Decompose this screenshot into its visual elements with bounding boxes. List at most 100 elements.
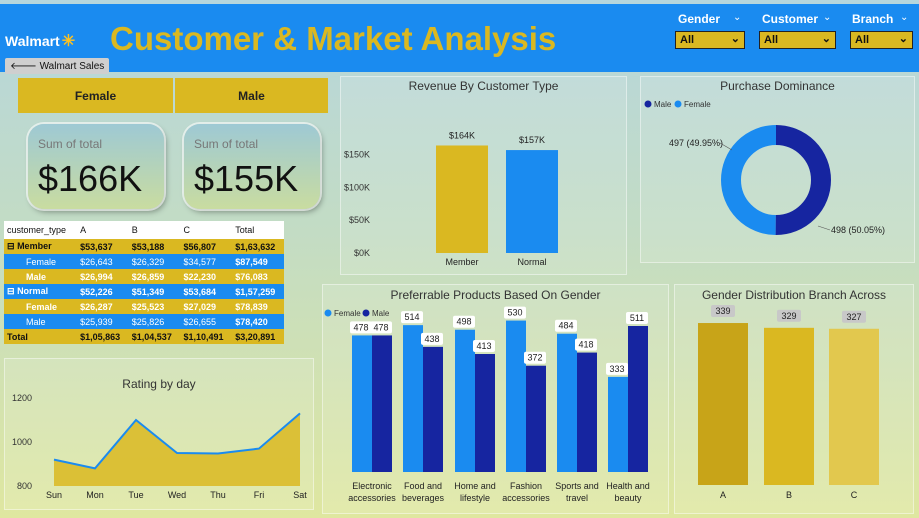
x-tick-label: Home and bbox=[454, 481, 496, 491]
x-tick-label: C bbox=[851, 490, 858, 500]
bar bbox=[829, 328, 879, 485]
filter-branch-label: Branch bbox=[852, 12, 894, 26]
y-tick-label: $100K bbox=[344, 182, 370, 192]
back-button[interactable]: 🡐 Walmart Sales bbox=[5, 58, 110, 74]
revenue-matrix-table: customer_type A B C Total ⊟ Member $53,6… bbox=[4, 221, 284, 344]
bar bbox=[506, 150, 558, 253]
data-label: 478 bbox=[353, 322, 368, 332]
x-tick-label: Fashion bbox=[510, 481, 542, 491]
filter-branch-select[interactable]: All ⌄ bbox=[850, 31, 913, 49]
x-tick-label: Tue bbox=[128, 490, 143, 500]
x-tick-label: B bbox=[786, 490, 792, 500]
legend-marker bbox=[644, 100, 652, 108]
bar bbox=[403, 325, 423, 472]
table-cell: $1,57,259 bbox=[232, 284, 284, 299]
column-header[interactable]: Total bbox=[232, 221, 284, 239]
arrow-left-icon: 🡐 bbox=[10, 61, 37, 72]
table-cell: $25,826 bbox=[128, 314, 181, 329]
back-button-label: Walmart Sales bbox=[39, 61, 105, 72]
row-label: Female bbox=[4, 254, 78, 269]
slice-label: 497 (49.95%) bbox=[669, 138, 723, 148]
row-label: Female bbox=[4, 299, 78, 314]
table-cell: $76,083 bbox=[232, 269, 284, 284]
x-tick-label: Thu bbox=[210, 490, 226, 500]
data-label: 418 bbox=[578, 340, 593, 350]
header-bar: Walmart ✳ Customer & Market Analysis 🡐 Wa… bbox=[0, 4, 919, 74]
legend-marker bbox=[362, 309, 370, 317]
collapse-icon[interactable]: ⊟ bbox=[7, 286, 15, 296]
x-tick-label: Food and bbox=[404, 481, 442, 491]
y-tick-label: $50K bbox=[349, 215, 370, 225]
kpi-value: $155K bbox=[194, 158, 299, 199]
bar bbox=[506, 320, 526, 472]
y-tick-label: 1200 bbox=[12, 393, 32, 403]
row-label-member[interactable]: ⊟ Member bbox=[4, 239, 78, 254]
data-label: 413 bbox=[476, 341, 491, 351]
data-label: 372 bbox=[527, 353, 542, 363]
table-cell: $26,643 bbox=[77, 254, 129, 269]
row-label: Total bbox=[4, 329, 78, 344]
data-label: 498 bbox=[456, 317, 471, 327]
x-tick-label: Normal bbox=[517, 257, 546, 267]
table-cell: $53,637 bbox=[77, 239, 129, 254]
kpi-label: Sum of total bbox=[38, 137, 103, 151]
gender-header-female: Female bbox=[18, 78, 173, 113]
x-tick-label: Health and bbox=[606, 481, 650, 491]
table-cell: $26,329 bbox=[128, 254, 181, 269]
spark-icon: ✳ bbox=[61, 33, 76, 50]
x-tick-label: beauty bbox=[614, 493, 642, 503]
data-label: 333 bbox=[609, 364, 624, 374]
x-tick-label: accessories bbox=[502, 493, 550, 503]
data-label: 511 bbox=[630, 313, 644, 323]
collapse-icon[interactable]: ⊟ bbox=[7, 241, 15, 251]
filter-gender-select[interactable]: All ⌄ bbox=[675, 31, 745, 49]
data-label: 530 bbox=[507, 308, 522, 318]
x-tick-label: travel bbox=[566, 493, 588, 503]
chevron-down-icon[interactable]: ⌄ bbox=[900, 12, 908, 23]
chevron-down-icon[interactable]: ⌄ bbox=[823, 12, 831, 23]
column-header[interactable]: A bbox=[77, 221, 129, 239]
bar bbox=[423, 346, 443, 472]
chevron-down-icon[interactable]: ⌄ bbox=[733, 12, 741, 23]
filter-customer-select[interactable]: All ⌄ bbox=[759, 31, 836, 49]
bar bbox=[455, 329, 475, 472]
legend-label: Female bbox=[334, 309, 361, 318]
data-label: 329 bbox=[781, 311, 796, 321]
x-tick-label: lifestyle bbox=[460, 493, 490, 503]
legend-marker bbox=[674, 100, 682, 108]
x-tick-label: A bbox=[720, 490, 726, 500]
column-header[interactable]: customer_type bbox=[4, 221, 78, 239]
bar bbox=[352, 335, 372, 472]
table-cell: $3,20,891 bbox=[232, 329, 284, 344]
table-cell: $26,859 bbox=[128, 269, 181, 284]
table-cell: $53,188 bbox=[128, 239, 181, 254]
bar bbox=[557, 333, 577, 472]
bar bbox=[526, 365, 546, 472]
table-row-total: Total $1,05,863 $1,04,537 $1,10,491 $3,2… bbox=[4, 329, 284, 344]
bar bbox=[475, 354, 495, 472]
row-label-normal[interactable]: ⊟ Normal bbox=[4, 284, 78, 299]
leader-line bbox=[817, 225, 831, 231]
bar bbox=[764, 327, 814, 485]
table-header-row: customer_type A B C Total bbox=[4, 221, 284, 239]
table-cell: $51,349 bbox=[128, 284, 181, 299]
legend-marker bbox=[324, 309, 332, 317]
table-row: ⊟ Normal $52,226 $51,349 $53,684 $1,57,2… bbox=[4, 284, 284, 299]
table-cell: $78,420 bbox=[232, 314, 284, 329]
y-tick-label: 800 bbox=[17, 481, 32, 491]
revenue-chart: $0K $50K $100K $150K $164K Member $157K Normal bbox=[344, 130, 558, 267]
walmart-logo: Walmart ✳ bbox=[5, 33, 76, 50]
column-header[interactable]: C bbox=[180, 221, 233, 239]
table-row: Male $26,994 $26,859 $22,230 $76,083 bbox=[4, 269, 284, 284]
bar bbox=[608, 376, 628, 472]
table-cell: $22,230 bbox=[180, 269, 233, 284]
x-tick-label: Wed bbox=[168, 490, 186, 500]
area-fill bbox=[54, 413, 300, 486]
row-label: Male bbox=[4, 314, 78, 329]
table-cell: $56,807 bbox=[180, 239, 233, 254]
legend-label: Male bbox=[372, 309, 390, 318]
x-tick-label: Mon bbox=[86, 490, 104, 500]
x-tick-label: beverages bbox=[402, 493, 445, 503]
column-header[interactable]: B bbox=[128, 221, 181, 239]
table-cell: $53,684 bbox=[180, 284, 233, 299]
